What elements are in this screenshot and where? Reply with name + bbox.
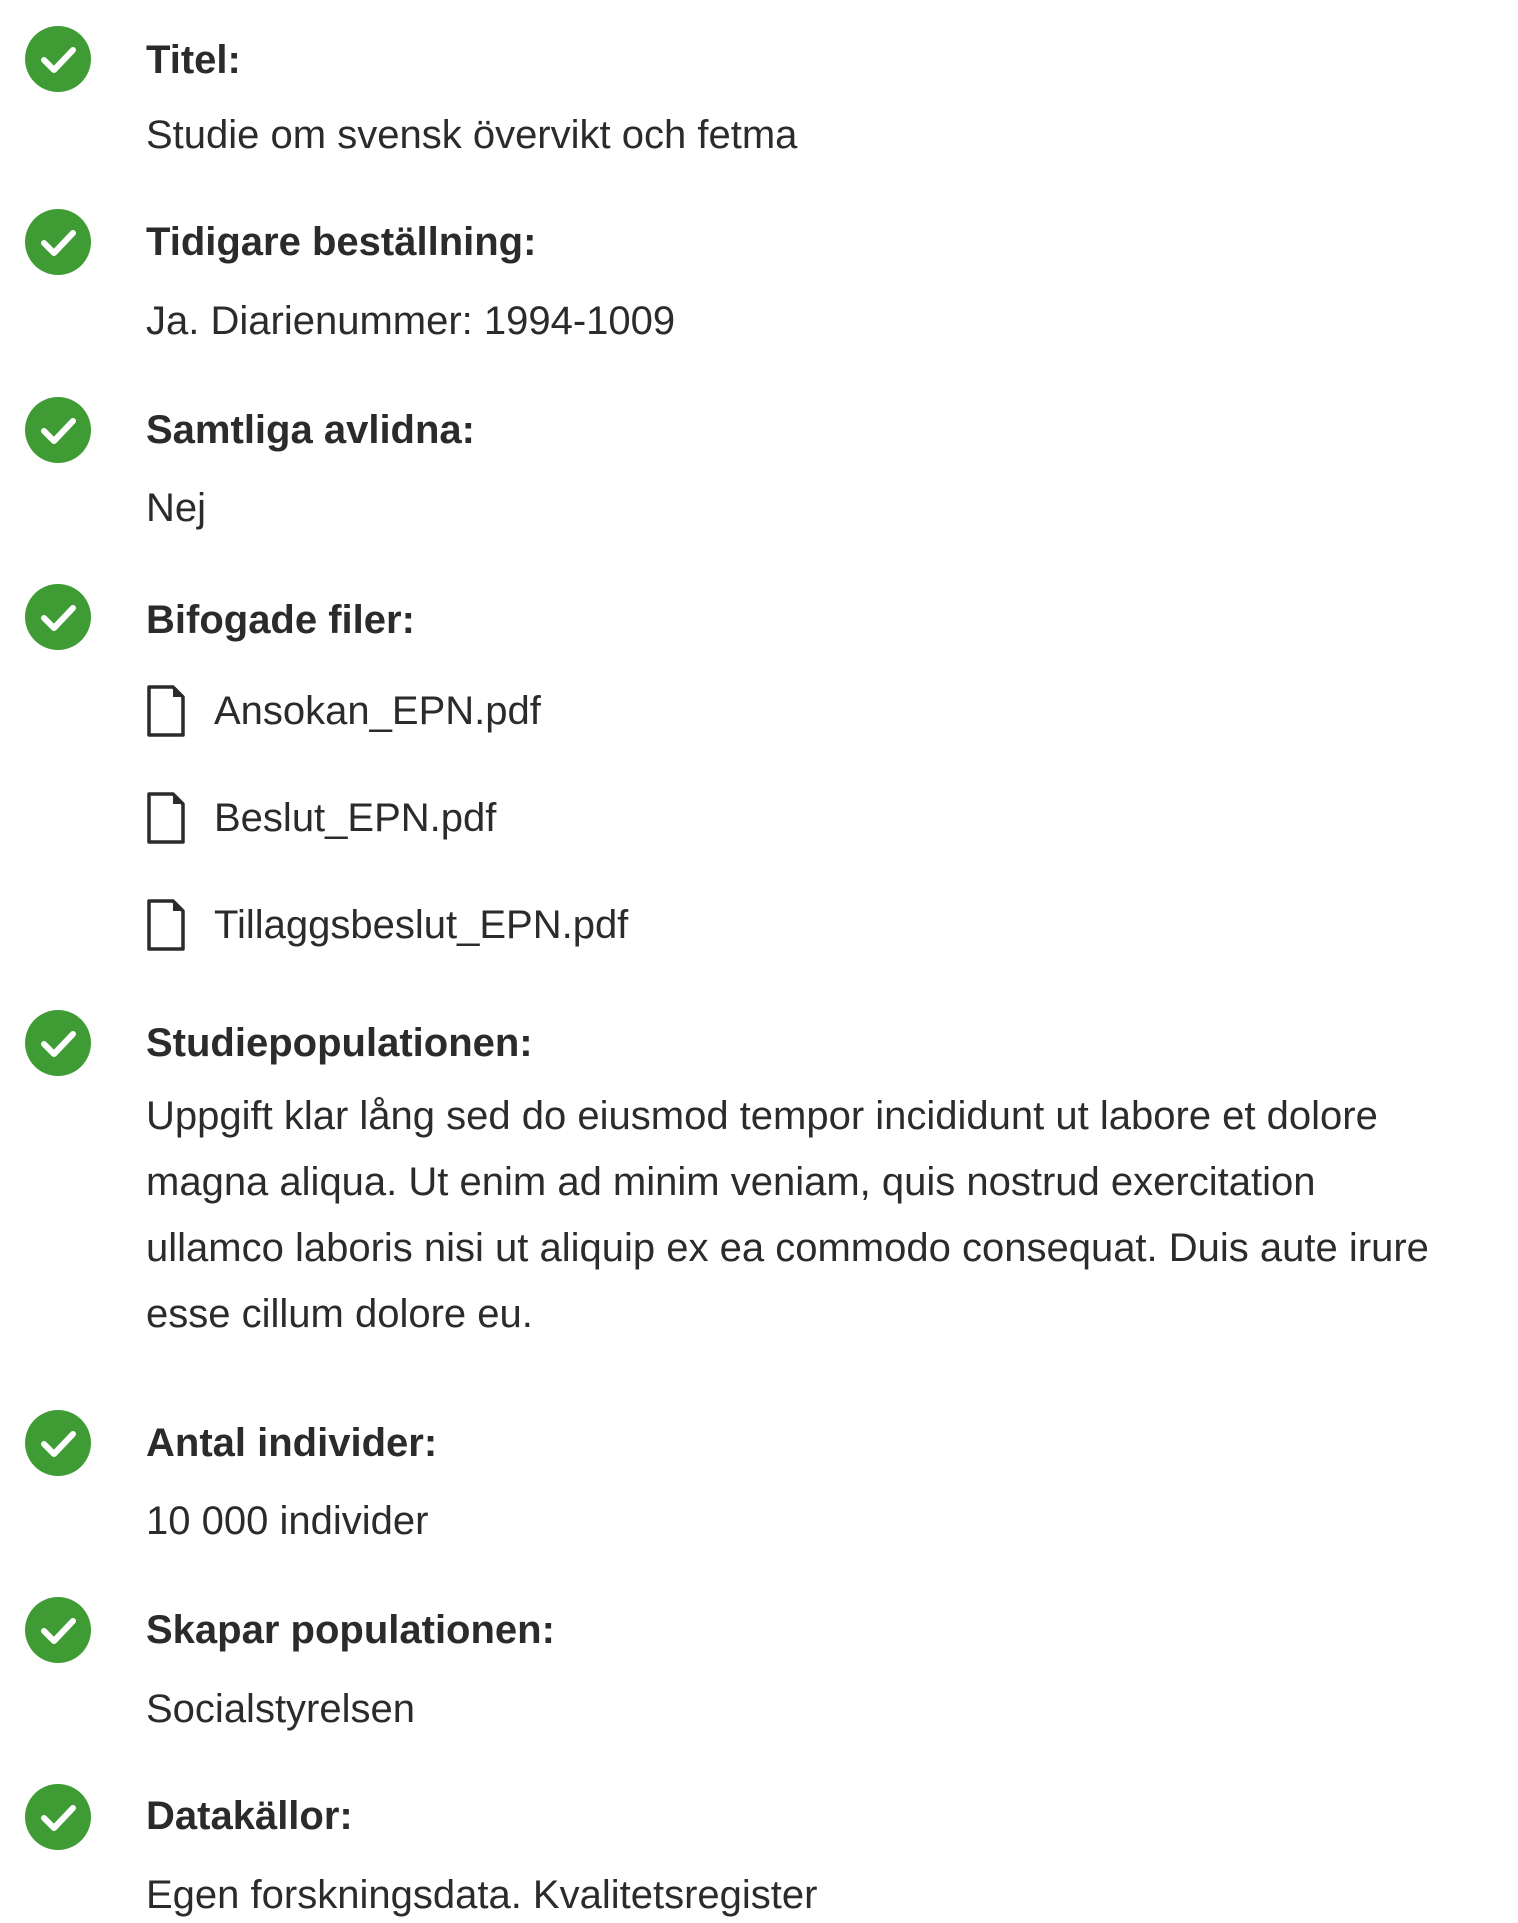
file-icon: [147, 792, 185, 844]
titel-label: Titel:: [146, 38, 241, 82]
samtliga-avlidna-label: Samtliga avlidna:: [146, 408, 475, 452]
file-icon: [147, 685, 185, 737]
titel-value: Studie om svensk övervikt och fetma: [146, 113, 798, 157]
paragraph-line: magna aliqua. Ut enim ad minim veniam, q…: [146, 1160, 1316, 1204]
check-circle-icon: [25, 1010, 91, 1076]
samtliga-avlidna-value: Nej: [146, 486, 207, 530]
check-circle-icon: [25, 584, 91, 650]
bifogade-filer-label: Bifogade filer:: [146, 598, 415, 642]
studiepopulationen-text: Uppgift klar lång sed do eiusmod tempor …: [146, 1083, 1518, 1347]
paragraph-line: ullamco laboris nisi ut aliquip ex ea co…: [146, 1226, 1429, 1270]
antal-individer-value: 10 000 individer: [146, 1499, 429, 1543]
skapar-populationen-label: Skapar populationen:: [146, 1608, 555, 1652]
studiepopulationen-label: Studiepopulationen:: [146, 1021, 533, 1065]
check-circle-icon: [25, 1597, 91, 1663]
file-icon: [147, 899, 185, 951]
check-circle-icon: [25, 397, 91, 463]
datakallor-value: Egen forskningsdata. Kvalitetsregister: [146, 1873, 818, 1917]
paragraph-line: Uppgift klar lång sed do eiusmod tempor …: [146, 1094, 1378, 1138]
tidigare-bestallning-label: Tidigare beställning:: [146, 220, 537, 264]
check-circle-icon: [25, 26, 91, 92]
antal-individer-label: Antal individer:: [146, 1421, 438, 1465]
file-link[interactable]: Tillaggsbeslut_EPN.pdf: [146, 897, 628, 953]
file-name[interactable]: Tillaggsbeslut_EPN.pdf: [214, 901, 628, 949]
skapar-populationen-value: Socialstyrelsen: [146, 1687, 416, 1731]
paragraph-line: esse cillum dolore eu.: [146, 1292, 533, 1336]
datakallor-label: Datakällor:: [146, 1794, 353, 1838]
check-circle-icon: [25, 209, 91, 275]
file-link[interactable]: Ansokan_EPN.pdf: [146, 683, 541, 739]
tidigare-bestallning-value: Ja. Diarienummer: 1994-1009: [146, 299, 676, 343]
file-link[interactable]: Beslut_EPN.pdf: [146, 790, 496, 846]
file-name[interactable]: Beslut_EPN.pdf: [214, 794, 496, 842]
file-name[interactable]: Ansokan_EPN.pdf: [214, 687, 541, 735]
check-circle-icon: [25, 1410, 91, 1476]
check-circle-icon: [25, 1784, 91, 1850]
